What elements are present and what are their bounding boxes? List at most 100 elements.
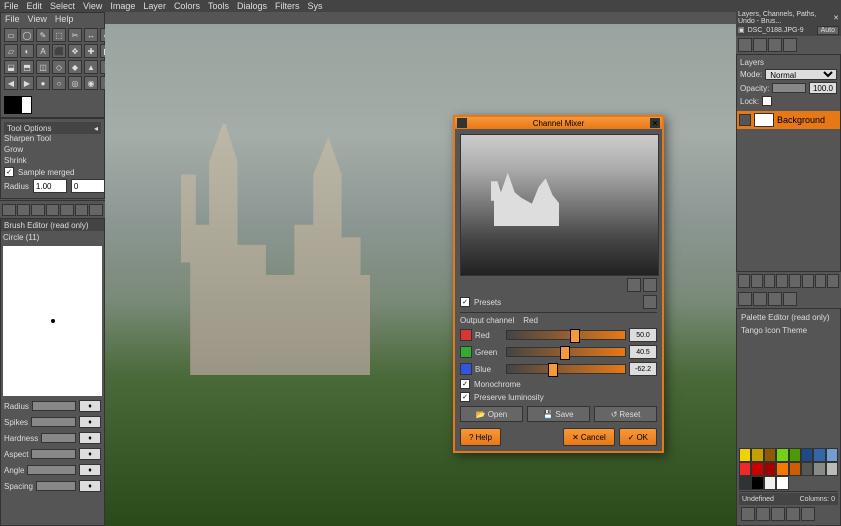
zoom-out-icon[interactable]: [627, 278, 641, 292]
tb-help[interactable]: Help: [55, 14, 74, 24]
color-tab[interactable]: [31, 204, 45, 216]
tool-icon[interactable]: A: [36, 44, 50, 58]
tool-icon[interactable]: ◯: [20, 28, 34, 42]
tool-icon[interactable]: ▱: [4, 44, 18, 58]
color-tab[interactable]: [75, 204, 89, 216]
color-swatch[interactable]: [751, 448, 763, 462]
color-swatch[interactable]: [751, 476, 763, 490]
tool-icon[interactable]: ⬒: [20, 60, 34, 74]
tool-icon[interactable]: ◉: [84, 76, 98, 90]
tab-icon[interactable]: [789, 274, 801, 288]
tab-undo-icon[interactable]: [783, 38, 797, 52]
open-button[interactable]: 📂Open: [460, 406, 523, 422]
tool-icon[interactable]: ✂: [68, 28, 82, 42]
tool-icon[interactable]: ✎: [36, 28, 50, 42]
color-swatch[interactable]: [789, 462, 801, 476]
presets-menu-icon[interactable]: [643, 295, 657, 309]
palette-btn-icon[interactable]: [756, 507, 770, 521]
channel-value[interactable]: 40.5: [629, 345, 657, 359]
brush-slider[interactable]: [41, 433, 76, 443]
tool-icon[interactable]: ◐: [20, 44, 34, 58]
brush-slider[interactable]: [27, 465, 76, 475]
palette-btn-icon[interactable]: [786, 507, 800, 521]
color-swatch[interactable]: [776, 448, 788, 462]
color-swatch[interactable]: [776, 462, 788, 476]
tab-icon[interactable]: [815, 274, 827, 288]
color-selector[interactable]: [4, 96, 32, 114]
color-tab[interactable]: [2, 204, 16, 216]
brush-slider[interactable]: [31, 417, 76, 427]
tool-icon[interactable]: ✚: [84, 44, 98, 58]
menu-file[interactable]: File: [4, 1, 19, 11]
cancel-button[interactable]: ✕Cancel: [563, 428, 615, 446]
tool-icon[interactable]: ○: [52, 76, 66, 90]
save-button[interactable]: 💾Save: [527, 406, 590, 422]
eye-icon[interactable]: [739, 114, 751, 126]
tab-icon[interactable]: [776, 274, 788, 288]
color-swatch[interactable]: [751, 462, 763, 476]
menu-filters[interactable]: Filters: [275, 1, 300, 11]
columns-value[interactable]: 0: [831, 496, 835, 503]
tab-paths-icon[interactable]: [768, 38, 782, 52]
help-button[interactable]: ?Help: [460, 428, 501, 446]
channel-value[interactable]: -62.2: [629, 362, 657, 376]
tab-icon[interactable]: [764, 274, 776, 288]
menu-sys[interactable]: Sys: [307, 1, 322, 11]
tab-layers-icon[interactable]: [738, 38, 752, 52]
color-swatch[interactable]: [826, 448, 838, 462]
close-icon[interactable]: ✕: [650, 118, 660, 128]
channel-value[interactable]: 50.0: [629, 328, 657, 342]
color-swatch[interactable]: [813, 462, 825, 476]
opt-tree-item[interactable]: Grow: [4, 145, 23, 154]
menu-layer[interactable]: Layer: [143, 1, 166, 11]
tb-file[interactable]: File: [5, 14, 20, 24]
lock-check[interactable]: [762, 96, 772, 106]
tool-icon[interactable]: ⬚: [52, 28, 66, 42]
presets-check[interactable]: ✓: [460, 297, 470, 307]
menu-edit[interactable]: Edit: [27, 1, 43, 11]
radius-second[interactable]: [71, 179, 105, 193]
auto-button[interactable]: Auto: [817, 26, 839, 35]
color-swatch[interactable]: [739, 462, 751, 476]
tab-icon[interactable]: [753, 292, 767, 306]
menu-view[interactable]: View: [83, 1, 102, 11]
foreground-color[interactable]: [4, 96, 22, 114]
tool-icon[interactable]: ↔: [84, 28, 98, 42]
color-swatch[interactable]: [764, 476, 776, 490]
brush-slider-arrows[interactable]: ♦: [79, 432, 101, 444]
tool-icon[interactable]: ✥: [68, 44, 82, 58]
monochrome-check[interactable]: ✓: [460, 379, 470, 389]
tool-icon[interactable]: ●: [36, 76, 50, 90]
opacity-slider[interactable]: [772, 83, 806, 93]
close-icon[interactable]: ✕: [833, 14, 839, 22]
color-swatch[interactable]: [826, 462, 838, 476]
tool-icon[interactable]: ▲: [84, 60, 98, 74]
brush-slider-arrows[interactable]: ♦: [79, 464, 101, 476]
tab-channels-icon[interactable]: [753, 38, 767, 52]
tab-icon[interactable]: [751, 274, 763, 288]
color-swatch[interactable]: [789, 448, 801, 462]
palette-btn-icon[interactable]: [771, 507, 785, 521]
menu-colors[interactable]: Colors: [174, 1, 200, 11]
menu-image[interactable]: Image: [110, 1, 135, 11]
ok-button[interactable]: ✓OK: [619, 428, 657, 446]
tool-icon[interactable]: ▭: [4, 28, 18, 42]
dialog-titlebar[interactable]: Channel Mixer ✕: [455, 117, 662, 129]
brush-slider[interactable]: [31, 449, 76, 459]
color-swatch[interactable]: [764, 448, 776, 462]
channel-slider[interactable]: [506, 330, 626, 340]
brush-slider[interactable]: [36, 481, 76, 491]
output-channel-value[interactable]: Red: [523, 316, 538, 325]
tab-icon[interactable]: [827, 274, 839, 288]
tool-icon[interactable]: ◀: [4, 76, 18, 90]
tool-icon[interactable]: ◆: [68, 60, 82, 74]
color-tab[interactable]: [17, 204, 31, 216]
tool-icon[interactable]: ◫: [36, 60, 50, 74]
tool-icon[interactable]: ⬛: [52, 44, 66, 58]
layer-item[interactable]: Background: [737, 111, 840, 129]
check-sample-merged[interactable]: ✓: [4, 167, 14, 177]
color-swatch[interactable]: [801, 448, 813, 462]
tab-icon[interactable]: [802, 274, 814, 288]
color-tab[interactable]: [60, 204, 74, 216]
color-tab[interactable]: [89, 204, 103, 216]
